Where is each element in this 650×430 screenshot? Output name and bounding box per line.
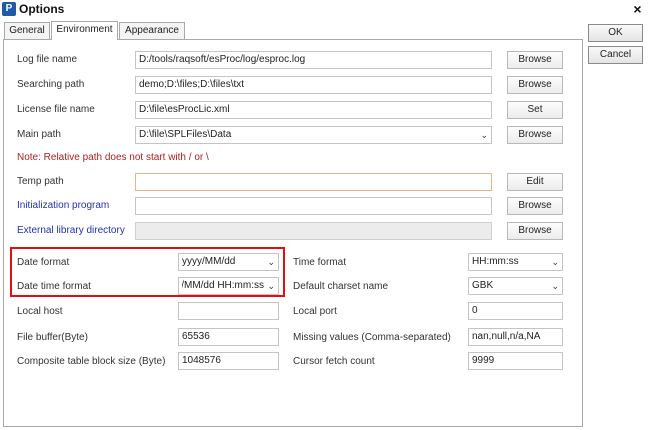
missing-values-label: Missing values (Comma-separated) xyxy=(293,332,451,343)
cancel-button[interactable]: Cancel xyxy=(588,46,643,64)
tab-general[interactable]: General xyxy=(4,22,50,39)
window-title: Options xyxy=(19,2,65,16)
initialization-program-input[interactable] xyxy=(135,197,492,215)
cursor-fetch-count-input[interactable]: 9999 xyxy=(468,352,563,370)
chevron-down-icon: ⌄ xyxy=(551,281,559,291)
composite-block-size-input[interactable]: 1048576 xyxy=(178,352,279,370)
local-host-input[interactable] xyxy=(178,302,279,320)
log-file-browse-button[interactable]: Browse xyxy=(507,51,563,69)
searching-path-browse-button[interactable]: Browse xyxy=(507,76,563,94)
tab-environment[interactable]: Environment xyxy=(51,21,118,40)
missing-values-input[interactable]: nan,null,n/a,NA xyxy=(468,328,563,346)
cursor-fetch-count-label: Cursor fetch count xyxy=(293,356,375,367)
default-charset-label: Default charset name xyxy=(293,281,389,292)
time-format-combo[interactable]: HH:mm:ss ⌄ xyxy=(468,253,563,271)
log-file-name-input[interactable]: D:/tools/raqsoft/esProc/log/esproc.log xyxy=(135,51,492,69)
license-set-button[interactable]: Set xyxy=(507,101,563,119)
file-buffer-input[interactable]: 65536 xyxy=(178,328,279,346)
main-path-label: Main path xyxy=(17,129,61,140)
chevron-down-icon: ⌄ xyxy=(480,130,488,140)
searching-path-input[interactable]: demo;D:\files;D:\files\txt xyxy=(135,76,492,94)
log-file-name-label: Log file name xyxy=(17,54,78,65)
time-format-label: Time format xyxy=(293,257,346,268)
highlight-box xyxy=(10,247,285,297)
title-bar: P Options × xyxy=(0,0,650,19)
chevron-down-icon: ⌄ xyxy=(551,257,559,267)
initialization-program-label: Initialization program xyxy=(17,200,110,211)
local-port-label: Local port xyxy=(293,306,337,317)
main-path-combo[interactable]: D:\file\SPLFiles\Data ⌄ xyxy=(135,126,492,144)
local-host-label: Local host xyxy=(17,306,63,317)
initialization-program-browse-button[interactable]: Browse xyxy=(507,197,563,215)
local-port-input[interactable]: 0 xyxy=(468,302,563,320)
close-button[interactable]: × xyxy=(629,1,646,18)
license-file-input[interactable]: D:\file\esProcLic.xml xyxy=(135,101,492,119)
file-buffer-label: File buffer(Byte) xyxy=(17,332,88,343)
default-charset-combo[interactable]: GBK ⌄ xyxy=(468,277,563,295)
time-format-value: HH:mm:ss xyxy=(472,256,519,267)
composite-block-size-label: Composite table block size (Byte) xyxy=(17,356,166,367)
license-file-label: License file name xyxy=(17,104,95,115)
searching-path-label: Searching path xyxy=(17,79,85,90)
tab-appearance[interactable]: Appearance xyxy=(119,22,185,39)
external-library-browse-button[interactable]: Browse xyxy=(507,222,563,240)
ok-button[interactable]: OK xyxy=(588,24,643,42)
temp-path-input[interactable] xyxy=(135,173,492,191)
external-library-input[interactable] xyxy=(135,222,492,240)
temp-path-label: Temp path xyxy=(17,176,64,187)
relative-path-note: Note: Relative path does not start with … xyxy=(17,152,209,163)
app-icon: P xyxy=(2,2,16,16)
temp-path-edit-button[interactable]: Edit xyxy=(507,173,563,191)
external-library-label: External library directory xyxy=(17,225,125,236)
main-path-browse-button[interactable]: Browse xyxy=(507,126,563,144)
default-charset-value: GBK xyxy=(472,280,494,291)
main-path-value: D:\file\SPLFiles\Data xyxy=(139,129,232,140)
